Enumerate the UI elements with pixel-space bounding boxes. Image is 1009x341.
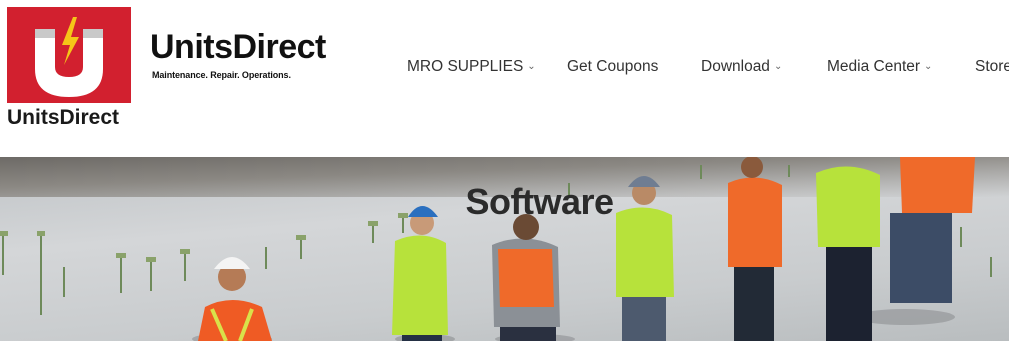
- nav-item-label: Media Center: [827, 58, 921, 75]
- nav-item-store[interactable]: Store: [975, 58, 1009, 76]
- nav-item-label: Download: [701, 58, 770, 75]
- chevron-down-icon: ⌄: [773, 61, 783, 72]
- nav-item-label: MRO SUPPLIES: [407, 58, 524, 75]
- site-header: UnitsDirect Maintenance. Repair. Operati…: [0, 0, 1009, 157]
- magnet-lightning-icon: [7, 7, 131, 103]
- nav-item-mro-supplies[interactable]: MRO SUPPLIES ⌄: [407, 58, 536, 76]
- nav-item-download[interactable]: Download ⌄: [701, 58, 782, 76]
- logo[interactable]: [7, 7, 131, 103]
- chevron-down-icon: ⌄: [924, 61, 933, 72]
- chevron-down-icon: ⌄: [527, 61, 536, 72]
- nav-item-label: Get Coupons: [567, 58, 659, 75]
- nav-item-media-center[interactable]: Media Center ⌄: [827, 58, 932, 76]
- main-nav: MRO SUPPLIES ⌄ Get Coupons Download ⌄ Medi…: [0, 58, 1009, 82]
- nav-item-label: Store: [975, 58, 1009, 75]
- page-title: Software: [0, 181, 1009, 223]
- site-title[interactable]: UnitsDirect: [7, 106, 119, 130]
- nav-item-get-coupons[interactable]: Get Coupons: [567, 58, 658, 76]
- hero-banner: Software: [0, 157, 1009, 341]
- page-title-text: Software: [465, 181, 614, 222]
